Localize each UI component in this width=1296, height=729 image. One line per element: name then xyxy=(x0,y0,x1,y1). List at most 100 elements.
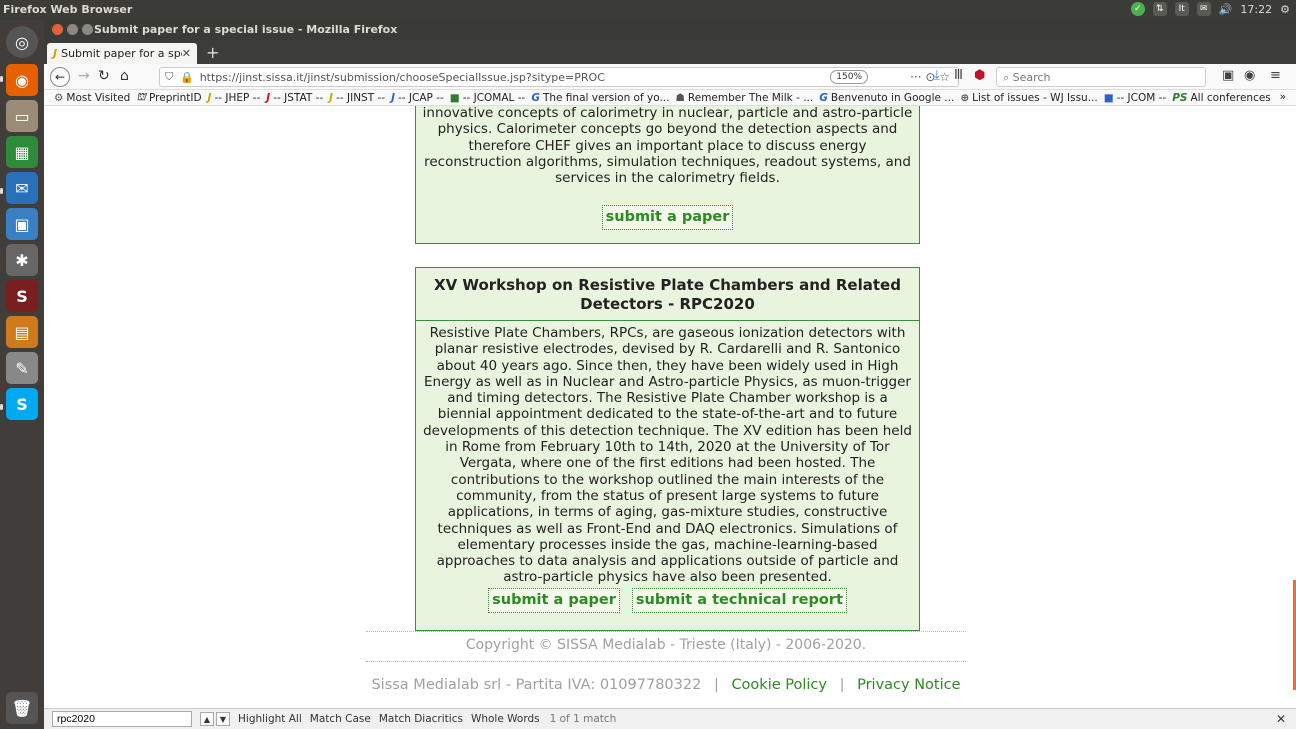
check-icon[interactable]: ✓ xyxy=(1130,2,1145,16)
sidebar-icon[interactable]: ▣ xyxy=(1222,68,1234,83)
bookmark-item[interactable]: ⛫ PreprintID xyxy=(136,91,201,105)
back-button[interactable]: ← xyxy=(50,67,70,87)
library-icon[interactable]: Ⅲ xyxy=(954,68,963,83)
mail-icon[interactable]: ✉ xyxy=(1196,2,1211,16)
image-viewer-icon[interactable]: ▣ xyxy=(6,208,38,240)
top-panel: Firefox Web Browser ✓ ⇅ It ✉ 🔊 17:22 ⚙ xyxy=(0,0,1296,20)
new-tab-button[interactable]: + xyxy=(206,43,219,62)
bookmark-item[interactable]: G The final version of yo... xyxy=(531,92,669,104)
page-content: innovative concepts of calorimetry in nu… xyxy=(44,106,1296,708)
tab-submit-paper[interactable]: J Submit paper for a speci ✕ xyxy=(47,43,197,64)
keyboard-icon[interactable]: It xyxy=(1174,2,1189,16)
active-app-name: Firefox Web Browser xyxy=(3,3,133,16)
find-previous-button[interactable]: ▲ xyxy=(200,712,214,726)
find-input[interactable] xyxy=(52,711,192,727)
bookmark-label: The final version of yo... xyxy=(542,91,670,104)
bookmark-item[interactable]: PS All conferences xyxy=(1172,92,1271,104)
bookmark-item[interactable]: ■ -- JCOMAL -- xyxy=(450,92,526,104)
card-links: submit a paper submit a technical report xyxy=(416,588,919,613)
bookmark-label: -- JHEP -- xyxy=(214,91,261,104)
bookmark-item[interactable]: ■ -- JCOM -- xyxy=(1104,92,1167,104)
bookmark-item[interactable]: G Benvenuto in Google ... xyxy=(819,92,954,104)
submit-technical-report-link[interactable]: submit a technical report xyxy=(631,588,847,613)
lock-icon[interactable]: 🔒 xyxy=(180,71,194,84)
bookmark-item[interactable]: ☗ Remember The Milk - ... xyxy=(675,92,813,104)
app-s-red-icon[interactable]: S xyxy=(6,280,38,312)
dash-icon[interactable]: ◎ xyxy=(6,26,38,58)
window-controls xyxy=(52,24,93,35)
bookmark-icon: ☗ xyxy=(675,91,685,104)
skype-icon[interactable]: S xyxy=(6,388,38,420)
find-bar: ▲ ▼ Highlight All Match Case Match Diacr… xyxy=(44,708,1296,729)
shield-icon[interactable]: ⛉ xyxy=(165,70,173,84)
email-client-icon[interactable]: ✉ xyxy=(6,172,38,204)
launcher-pip xyxy=(0,76,3,82)
system-settings-icon[interactable]: ✱ xyxy=(6,244,38,276)
close-tab-icon[interactable]: ✕ xyxy=(182,47,191,60)
settings-icon[interactable]: ⚙ xyxy=(1280,3,1290,16)
bookmark-item[interactable]: ⊕ List of issues - WJ Issu... xyxy=(960,92,1097,104)
highlight-all-toggle[interactable]: Highlight All xyxy=(238,713,302,725)
submit-paper-link[interactable]: submit a paper xyxy=(601,205,734,230)
forward-button[interactable]: → xyxy=(78,68,90,84)
search-input[interactable]: ⌕ Search xyxy=(996,67,1206,87)
tab-label: Submit paper for a speci xyxy=(61,47,182,60)
presentation-icon[interactable]: ▤ xyxy=(6,316,38,348)
url-bar[interactable]: ⛉ 🔒 https://jinst.sissa.it/jinst/submiss… xyxy=(159,67,959,87)
url-text[interactable]: https://jinst.sissa.it/jinst/submission/… xyxy=(200,71,605,84)
text-editor-icon[interactable]: ✎ xyxy=(6,352,38,384)
match-diacritics-toggle[interactable]: Match Diacritics xyxy=(379,713,463,725)
volume-icon[interactable]: 🔊 xyxy=(1219,3,1233,16)
network-icon[interactable]: ⇅ xyxy=(1152,2,1167,16)
footer-separator: | xyxy=(713,677,719,693)
bookmark-label: Benvenuto in Google ... xyxy=(830,91,955,104)
bookmark-label: All conferences xyxy=(1190,91,1271,104)
reload-button[interactable]: ↻ xyxy=(98,68,110,84)
footer-separator: | xyxy=(839,677,845,693)
window-title: Submit paper for a special issue - Mozil… xyxy=(94,23,398,36)
bookmark-item[interactable]: J -- JINST -- xyxy=(329,92,385,104)
bookmark-item[interactable]: J -- JHEP -- xyxy=(208,92,261,104)
zoom-indicator[interactable]: 150% xyxy=(830,70,868,84)
download-icon[interactable]: ⤓ xyxy=(934,68,940,83)
match-case-toggle[interactable]: Match Case xyxy=(310,713,371,725)
tab-bar: J Submit paper for a speci ✕ + xyxy=(44,40,1296,64)
bookmark-icon: ⚙ xyxy=(54,91,64,104)
maximize-window-button[interactable] xyxy=(82,24,93,35)
account-icon[interactable]: ◉ xyxy=(1244,68,1255,83)
bookmark-label: -- JCOMAL -- xyxy=(462,91,526,104)
spreadsheet-icon[interactable]: ▦ xyxy=(6,136,38,168)
whole-words-toggle[interactable]: Whole Words xyxy=(471,713,540,725)
launcher-pip xyxy=(0,404,3,410)
home-button[interactable]: ⌂ xyxy=(120,68,129,84)
clock[interactable]: 17:22 xyxy=(1240,3,1272,16)
bookmarks-overflow-icon[interactable]: » xyxy=(1280,91,1286,103)
bookmark-item[interactable]: J -- JCAP -- xyxy=(391,92,444,104)
privacy-notice-link[interactable]: Privacy Notice xyxy=(857,677,960,693)
cookie-policy-link[interactable]: Cookie Policy xyxy=(731,677,827,693)
footer-divider xyxy=(366,661,966,662)
bookmark-icon: J xyxy=(329,91,334,104)
bookmark-label: List of issues - WJ Issu... xyxy=(972,91,1098,104)
close-window-button[interactable] xyxy=(52,24,63,35)
card-title: XV Workshop on Resistive Plate Chambers … xyxy=(416,268,919,321)
bookmark-item[interactable]: J -- JSTAT -- xyxy=(266,92,323,104)
close-find-bar-icon[interactable]: ✕ xyxy=(1276,712,1286,726)
files-icon[interactable]: ▭ xyxy=(6,100,38,132)
bookmark-icon: ■ xyxy=(1103,91,1114,104)
ublock-icon[interactable]: ⬢ xyxy=(974,68,985,83)
minimize-window-button[interactable] xyxy=(67,24,78,35)
card-description: Resistive Plate Chambers, RPCs, are gase… xyxy=(423,325,912,586)
page-actions[interactable]: ··· ⊙ ☆ xyxy=(910,70,950,84)
bookmark-label: -- JCOM -- xyxy=(1116,91,1167,104)
find-next-button[interactable]: ▼ xyxy=(216,712,230,726)
trash-icon[interactable]: 🗑 xyxy=(6,692,38,724)
bookmark-item[interactable]: ⚙ Most Visited xyxy=(54,92,130,104)
firefox-icon[interactable]: ◉ xyxy=(6,64,38,96)
menu-icon[interactable]: ≡ xyxy=(1270,68,1281,83)
special-issue-card-rpc2020: XV Workshop on Resistive Plate Chambers … xyxy=(415,267,920,631)
submit-paper-link[interactable]: submit a paper xyxy=(488,588,620,613)
special-issue-card-chef: innovative concepts of calorimetry in nu… xyxy=(415,106,920,244)
bookmark-icon: PS xyxy=(1172,91,1188,104)
bookmark-icon: ⛫ xyxy=(136,90,146,103)
